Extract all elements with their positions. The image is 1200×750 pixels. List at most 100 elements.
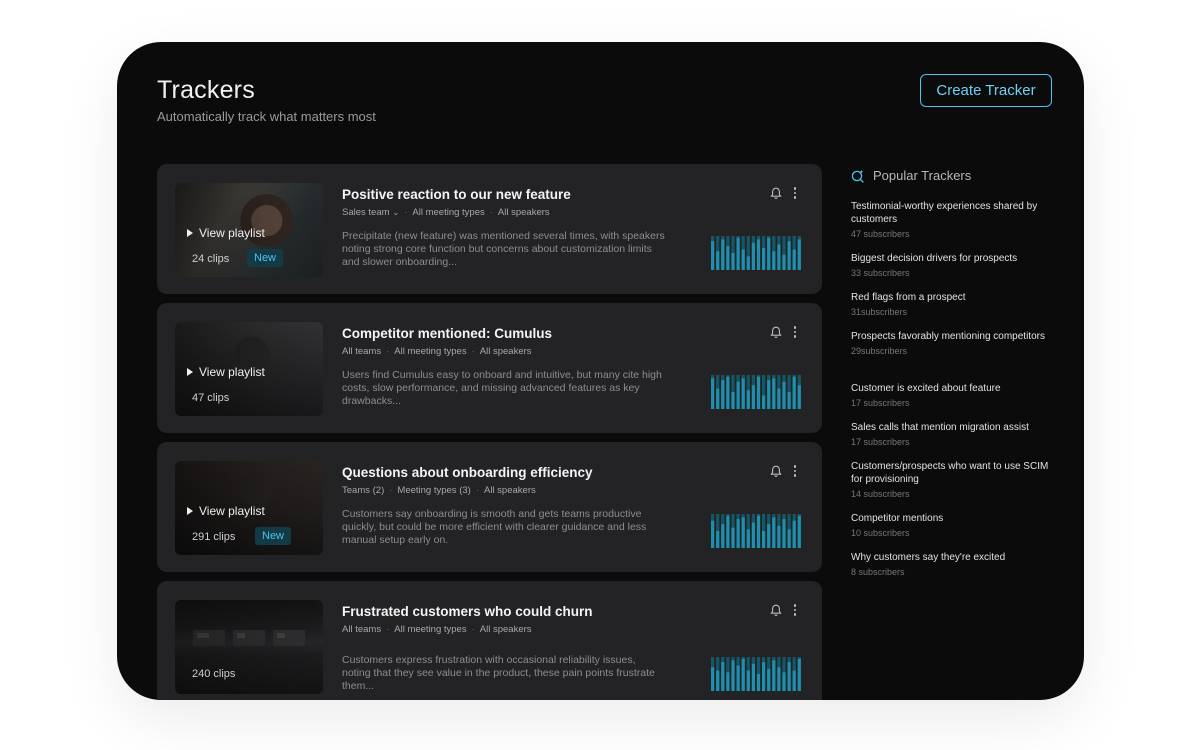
meta-teams: All teams: [342, 624, 382, 635]
activity-bar: [782, 254, 786, 270]
tracker-thumbnail[interactable]: View playlist 291 clips New: [175, 461, 323, 555]
activity-bar: [716, 670, 720, 691]
meta-teams: All teams: [342, 346, 382, 357]
tracker-meta: All teams · All meeting types · All spea…: [342, 346, 532, 357]
activity-bar: [777, 667, 781, 691]
tracker-title: Positive reaction to our new feature: [342, 187, 571, 202]
popular-tracker-item[interactable]: Sales calls that mention migration assis…: [851, 421, 1051, 447]
tracker-card[interactable]: 240 clips Frustrated customers who could…: [157, 581, 822, 700]
meta-teams: Teams (2): [342, 485, 385, 496]
activity-sparkline: [711, 236, 801, 270]
popular-tracker-subscribers: 33 subscribers: [851, 268, 910, 278]
tracker-thumbnail[interactable]: 240 clips: [175, 600, 323, 694]
popular-tracker-item[interactable]: Customers/prospects who want to use SCIM…: [851, 460, 1051, 499]
activity-bar: [741, 378, 745, 409]
activity-sparkline: [711, 657, 801, 691]
view-playlist-link[interactable]: View playlist: [187, 504, 265, 518]
activity-bar: [767, 524, 771, 548]
activity-bar: [762, 531, 766, 548]
meta-speakers: All speakers: [483, 485, 536, 496]
activity-bar: [787, 529, 791, 548]
activity-sparkline: [711, 514, 801, 548]
popular-tracker-item[interactable]: Competitor mentions 10 subscribers: [851, 512, 1051, 538]
tracker-description: Customers say onboarding is smooth and g…: [342, 508, 647, 546]
activity-bar: [756, 376, 761, 409]
play-icon: [187, 368, 193, 376]
play-icon: [187, 229, 193, 237]
new-badge: New: [247, 249, 284, 267]
activity-bar: [767, 668, 771, 691]
tracker-title: Frustrated customers who could churn: [342, 604, 593, 619]
more-vertical-icon[interactable]: [791, 325, 799, 339]
meta-team-filter[interactable]: Sales team: [342, 207, 390, 218]
activity-bar: [741, 658, 745, 691]
more-vertical-icon[interactable]: [791, 464, 799, 478]
popular-tracker-name: Why customers say they're excited: [851, 552, 1006, 563]
popular-tracker-item[interactable]: Biggest decision drivers for prospects 3…: [851, 252, 1051, 278]
bell-icon[interactable]: [770, 326, 782, 339]
activity-bar: [746, 390, 750, 409]
activity-bar: [716, 531, 720, 548]
meta-speakers: All speakers: [497, 207, 550, 218]
tracker-thumbnail[interactable]: View playlist 47 clips: [175, 322, 323, 416]
popular-tracker-name: Customer is excited about feature: [851, 383, 1001, 394]
activity-bar: [792, 376, 796, 409]
activity-bar: [787, 241, 791, 270]
popular-tracker-item[interactable]: Prospects favorably mentioning competito…: [851, 330, 1051, 356]
tracker-meta: All teams · All meeting types · All spea…: [342, 624, 532, 635]
activity-bar: [716, 251, 720, 270]
more-vertical-icon[interactable]: [791, 603, 799, 617]
tracker-title: Competitor mentioned: Cumulus: [342, 326, 552, 341]
popular-tracker-item[interactable]: Testimonial-worthy experiences shared by…: [851, 200, 1051, 239]
activity-bar: [772, 517, 776, 548]
view-playlist-link[interactable]: View playlist: [187, 365, 265, 379]
activity-bar: [787, 662, 791, 691]
activity-bar: [782, 381, 786, 409]
activity-bar: [792, 249, 796, 270]
activity-bar: [756, 674, 761, 691]
activity-bar: [797, 239, 801, 270]
activity-bar: [777, 244, 781, 270]
popular-tracker-subscribers: 47 subscribers: [851, 229, 910, 239]
tracker-thumbnail[interactable]: View playlist 24 clips New: [175, 183, 323, 277]
activity-bar: [751, 242, 755, 270]
activity-bar: [782, 672, 786, 691]
tracker-card[interactable]: View playlist 47 clips Competitor mentio…: [157, 303, 822, 433]
activity-bar: [767, 380, 771, 409]
meta-meeting-types: All meeting types: [394, 624, 467, 635]
meta-speakers: All speakers: [479, 624, 532, 635]
popular-tracker-item[interactable]: Why customers say they're excited 8 subs…: [851, 551, 1051, 577]
bell-icon[interactable]: [770, 465, 782, 478]
tracker-description: Customers express frustration with occas…: [342, 654, 655, 692]
activity-bar: [711, 378, 715, 409]
tracker-card[interactable]: View playlist 24 clips New Positive reac…: [157, 164, 822, 294]
chevron-down-icon[interactable]: ⌄: [393, 208, 400, 217]
create-tracker-button[interactable]: Create Tracker: [920, 74, 1052, 107]
activity-bar: [746, 670, 750, 691]
tracker-meta: Teams (2) · Meeting types (3) · All spea…: [342, 485, 536, 496]
bell-icon[interactable]: [770, 604, 782, 617]
popular-tracker-subscribers: 17 subscribers: [851, 398, 910, 408]
activity-bar: [721, 239, 725, 270]
more-vertical-icon[interactable]: [791, 186, 799, 200]
popular-tracker-item[interactable]: Red flags from a prospect 31subscribers: [851, 291, 1051, 317]
activity-bar: [731, 392, 735, 409]
popular-tracker-item[interactable]: Customer is excited about feature 17 sub…: [851, 382, 1051, 408]
popular-tracker-name: Testimonial-worthy experiences shared by…: [851, 201, 1038, 225]
popular-tracker-subscribers: 14 subscribers: [851, 489, 910, 499]
popular-tracker-subscribers: 8 subscribers: [851, 567, 905, 577]
activity-bar: [797, 515, 801, 548]
bell-icon[interactable]: [770, 187, 782, 200]
activity-bar: [726, 246, 730, 270]
meta-speakers: All speakers: [479, 346, 532, 357]
tracker-card[interactable]: View playlist 291 clips New Questions ab…: [157, 442, 822, 572]
view-playlist-link[interactable]: View playlist: [187, 226, 265, 240]
popular-tracker-subscribers: 31subscribers: [851, 307, 908, 317]
activity-bar: [736, 237, 740, 270]
activity-bar: [726, 515, 730, 548]
activity-bar: [772, 660, 776, 691]
meta-meeting-types: Meeting types (3): [397, 485, 471, 496]
activity-bar: [772, 251, 776, 270]
view-playlist-label: View playlist: [199, 504, 265, 518]
clip-count: 240 clips: [192, 668, 236, 680]
